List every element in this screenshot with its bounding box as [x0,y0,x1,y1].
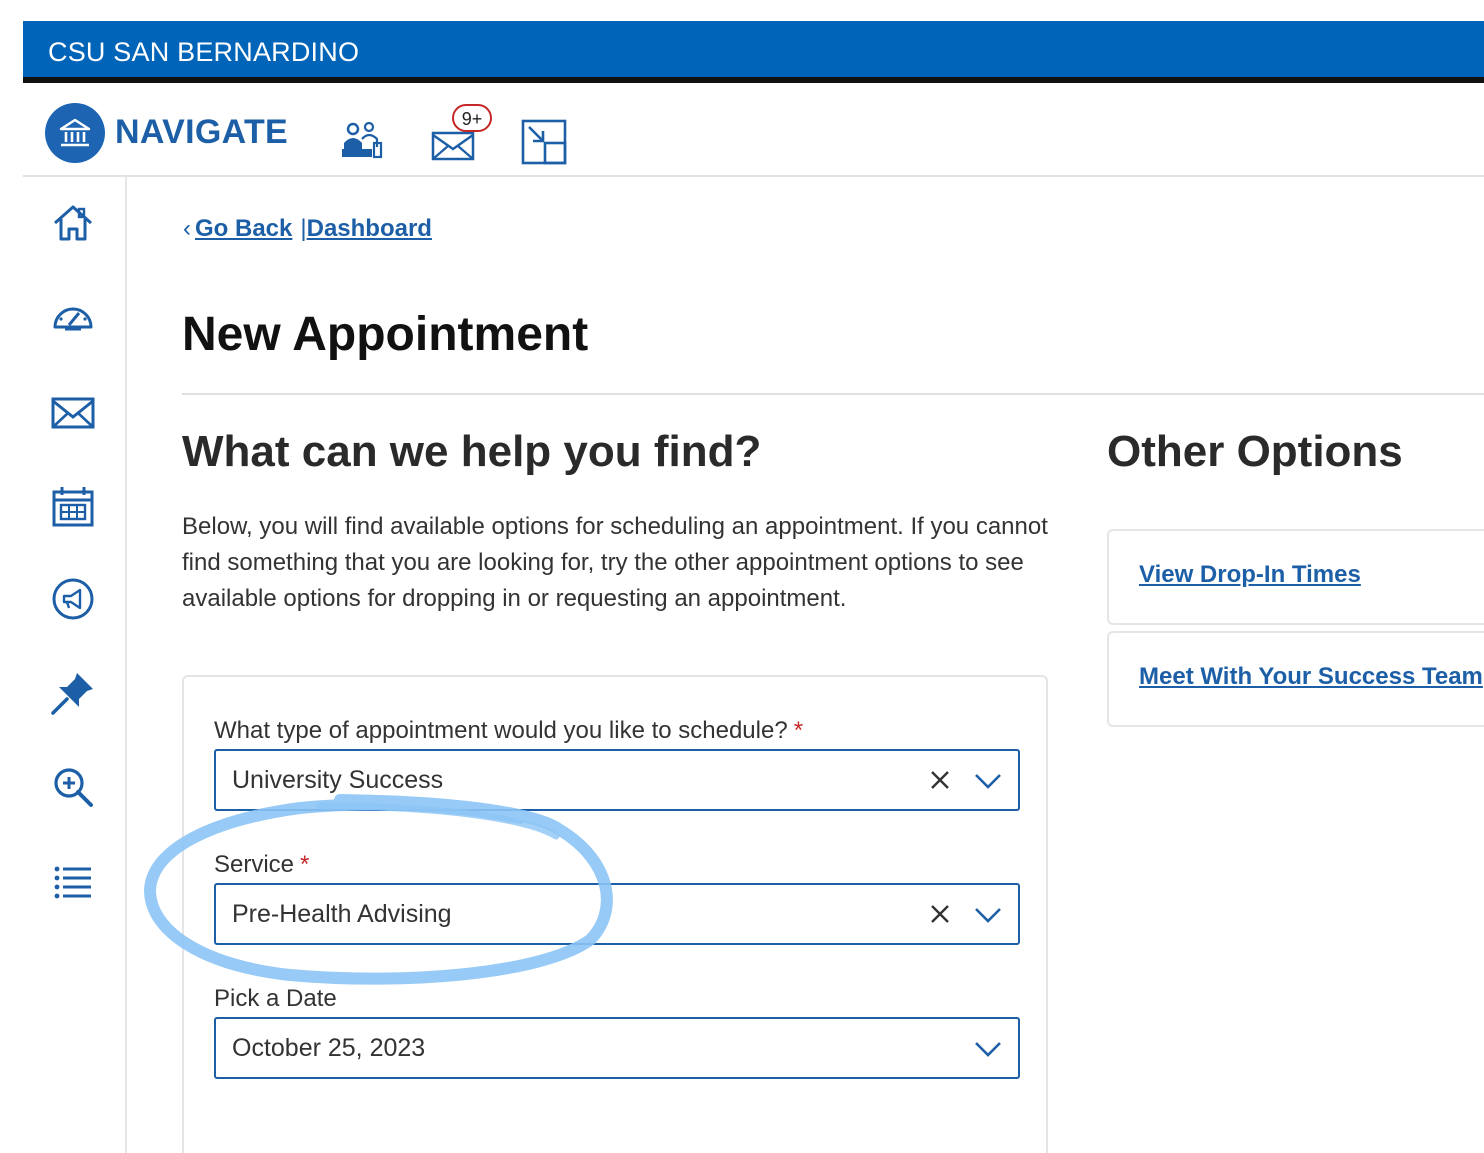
university-name: CSU SAN BERNARDINO [48,37,360,67]
date-label-text: Pick a Date [214,985,337,1012]
people-icon[interactable] [339,117,387,165]
page-title: New Appointment [182,308,589,361]
view-drop-in-times-link[interactable]: View Drop-In Times [1139,561,1361,589]
chevron-down-icon[interactable] [974,769,1002,791]
app-header: NAVIGATE 9+ [23,89,1484,177]
service-select[interactable]: Pre-Health Advising [214,883,1020,945]
university-building-icon [59,118,91,147]
chevron-left-icon: ‹ [183,215,191,242]
option-card-drop-in: View Drop-In Times [1107,529,1484,625]
chevron-down-icon[interactable] [974,903,1002,925]
help-description: Below, you will find available options f… [182,513,1048,612]
required-mark: * [793,717,804,744]
sidebar-nav [23,177,127,1153]
navigate-logo[interactable] [45,103,105,163]
service-label-text: Service [214,851,295,878]
notification-badge: 9+ [452,104,492,132]
pin-icon[interactable] [49,669,97,717]
zoom-in-icon[interactable] [49,763,97,811]
appointment-type-value: University Success [232,766,444,794]
list-icon[interactable] [49,859,97,907]
breadcrumb: ‹ Go Back |Dashboard [183,215,432,243]
dashboard-gauge-icon[interactable] [49,295,97,343]
clear-icon[interactable] [928,902,952,926]
help-title: What can we help you find? [182,427,762,476]
appointment-type-label-text: What type of appointment would you like … [214,717,788,744]
option-card-success-team: Meet With Your Success Team [1107,631,1484,727]
university-banner: CSU SAN BERNARDINO [23,21,1484,83]
title-divider [182,393,1484,395]
other-options-title: Other Options [1107,427,1403,476]
date-label: Pick a Date [214,985,337,1013]
main-content: ‹ Go Back |Dashboard New Appointment What … [128,177,1484,1153]
clear-icon[interactable] [928,768,952,792]
dashboard-link[interactable]: Dashboard [307,215,432,242]
home-icon[interactable] [49,199,97,247]
app-frame: CSU SAN BERNARDINO NAVIGATE 9+ ‹ Go Back… [23,21,1484,1153]
service-label: Service * [214,851,309,879]
date-select[interactable]: October 25, 2023 [214,1017,1020,1079]
meet-success-team-link[interactable]: Meet With Your Success Team [1139,663,1483,691]
service-value: Pre-Health Advising [232,900,452,928]
date-value: October 25, 2023 [232,1034,426,1062]
megaphone-icon[interactable] [49,575,97,623]
resize-window-icon[interactable] [521,119,567,165]
brand-name: NAVIGATE [115,113,289,151]
appointment-type-label: What type of appointment would you like … [214,717,803,745]
required-mark: * [300,851,310,878]
mail-icon[interactable] [49,389,97,437]
chevron-down-icon[interactable] [974,1037,1002,1059]
breadcrumb-separator: | [300,215,307,242]
calendar-icon[interactable] [49,483,97,531]
appointment-type-select[interactable]: University Success [214,749,1020,811]
go-back-link[interactable]: Go Back [195,215,292,242]
appointment-form: What type of appointment would you like … [182,675,1048,1153]
